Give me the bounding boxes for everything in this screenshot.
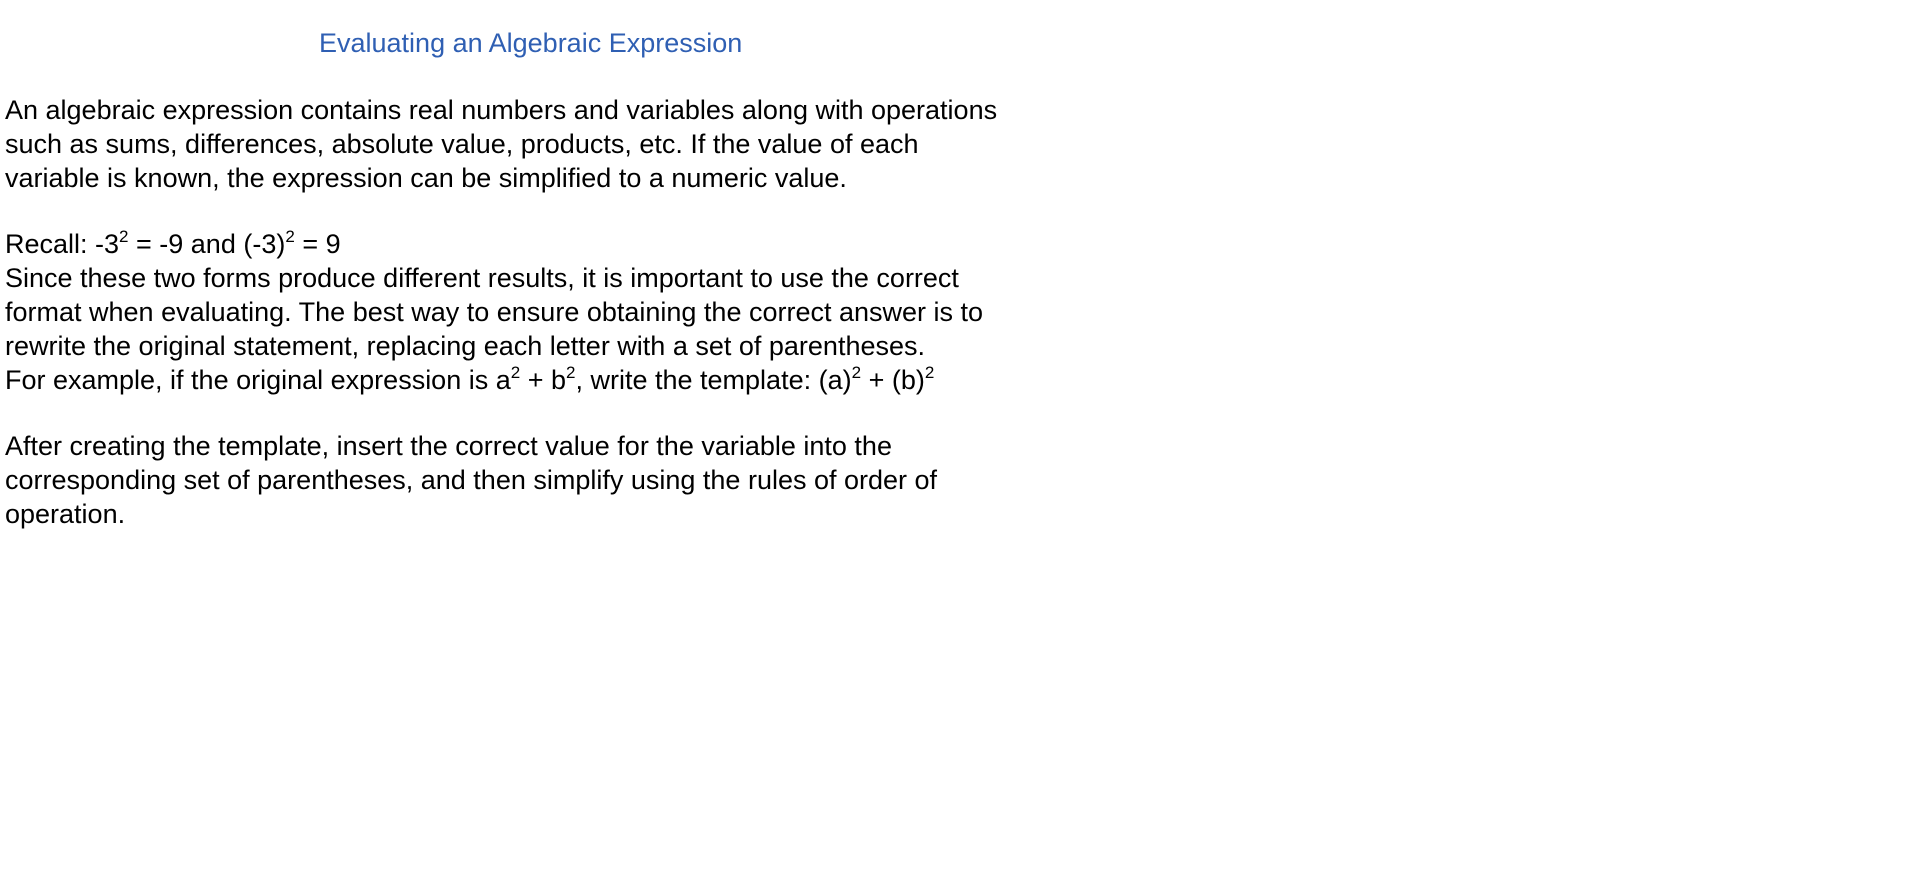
body-line-1: Since these two forms produce different … [5, 263, 959, 293]
example-exponent-3: 2 [851, 363, 862, 382]
intro-paragraph: An algebraic expression contains real nu… [5, 93, 997, 195]
intro-line-2: such as sums, differences, absolute valu… [5, 129, 919, 159]
example-mid-2: , write the template: (a) [575, 365, 852, 395]
recall-expr2-base: (-3) [243, 229, 286, 259]
example-exponent-4: 2 [924, 363, 935, 382]
intro-line-1: An algebraic expression contains real nu… [5, 95, 998, 125]
closing-line-3: operation. [5, 499, 126, 529]
recall-expr2-rest: = 9 [294, 229, 341, 259]
recall-label: Recall: [5, 229, 96, 259]
example-exponent-1: 2 [510, 363, 521, 382]
example-mid-3: + (b) [861, 365, 925, 395]
recall-expr2-exponent: 2 [285, 227, 295, 246]
closing-line-2: corresponding set of parentheses, and th… [5, 465, 938, 495]
closing-line-1: After creating the template, insert the … [5, 431, 892, 461]
recall-expr1-base: -3 [95, 229, 120, 259]
example-mid-1: + b [520, 365, 567, 395]
example-line: For example, if the original expression … [5, 363, 983, 397]
recall-line: Recall: -32 = -9 and (-3)2 = 9 [5, 227, 983, 261]
recall-expr1-exponent: 2 [119, 227, 129, 246]
page-title: Evaluating an Algebraic Expression [319, 28, 743, 58]
recall-paragraph: Recall: -32 = -9 and (-3)2 = 9 Since the… [5, 227, 983, 397]
intro-line-3: variable is known, the expression can be… [5, 163, 847, 193]
body-line-2: format when evaluating. The best way to … [5, 297, 984, 327]
example-prefix: For example, if the original expression … [5, 365, 511, 395]
recall-expr1-rest: = -9 and [128, 229, 244, 259]
body-line-3: rewrite the original statement, replacin… [5, 331, 925, 361]
closing-paragraph: After creating the template, insert the … [5, 429, 937, 531]
